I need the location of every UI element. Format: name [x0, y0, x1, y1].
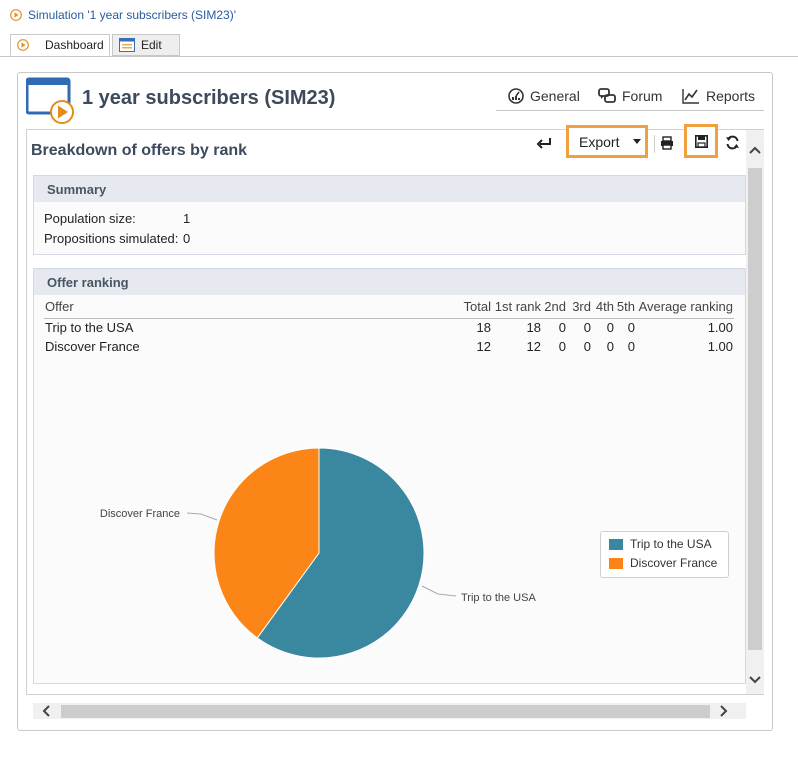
- cell-4th: 0: [606, 320, 614, 335]
- back-arrow-icon[interactable]: [536, 136, 552, 150]
- gauge-icon: [508, 88, 524, 104]
- table-header: Offer Total 1st rank 2nd 3rd 4th 5th Ave…: [44, 299, 734, 319]
- tab-dashboard-label: Dashboard: [45, 38, 104, 52]
- cell-total: 18: [476, 320, 491, 335]
- propositions-label: Propositions simulated:: [44, 231, 179, 246]
- export-label: Export: [579, 133, 620, 150]
- print-icon[interactable]: [660, 136, 674, 150]
- col-3rd: 3rd: [572, 299, 591, 314]
- legend-item[interactable]: Trip to the USA: [609, 537, 712, 551]
- chevron-up-icon[interactable]: [749, 146, 761, 154]
- tab-bar: Dashboard Edit: [0, 34, 798, 57]
- export-dropdown[interactable]: Export: [566, 125, 648, 158]
- chevron-left-icon[interactable]: [42, 705, 50, 717]
- chart-legend: Trip to the USA Discover France: [600, 531, 729, 578]
- play-circle-icon: [17, 39, 29, 51]
- tab-dashboard[interactable]: Dashboard: [10, 34, 110, 56]
- cell-1st-rank: 18: [526, 320, 541, 335]
- legend-swatch-france: [609, 557, 623, 569]
- nav-general-label: General: [530, 88, 580, 104]
- nav-general[interactable]: General: [508, 88, 580, 104]
- page-title: 1 year subscribers (SIM23): [82, 87, 336, 109]
- cell-2nd: 0: [558, 339, 566, 354]
- col-average-ranking: Average ranking: [638, 299, 733, 314]
- col-total: Total: [463, 299, 491, 314]
- refresh-icon[interactable]: [725, 135, 740, 150]
- cell-5th: 0: [627, 339, 635, 354]
- col-1st-rank: 1st rank: [494, 299, 541, 314]
- window-titlebar: Simulation '1 year subscribers (SIM23)': [0, 0, 798, 30]
- chevron-right-icon[interactable]: [720, 705, 728, 717]
- form-icon: [119, 38, 135, 52]
- simulation-icon: [26, 77, 74, 124]
- tab-edit-label: Edit: [141, 38, 162, 52]
- chevron-down-icon: [633, 139, 642, 144]
- population-value: 1: [183, 211, 191, 226]
- legend-swatch-usa: [609, 538, 623, 550]
- table-row: Trip to the USA 18 18 0 0 0 0 1.00: [44, 320, 734, 338]
- play-circle-icon: [10, 9, 22, 21]
- table-row: Discover France 12 12 0 0 0 0 1.00: [44, 339, 734, 357]
- cell-3rd: 0: [583, 339, 591, 354]
- col-5th: 5th: [616, 299, 635, 314]
- window-title: Simulation '1 year subscribers (SIM23)': [28, 8, 236, 22]
- legend-label: Trip to the USA: [630, 537, 712, 551]
- cell-total: 12: [476, 339, 491, 354]
- cell-3rd: 0: [583, 320, 591, 335]
- floppy-disk-icon: [694, 134, 708, 148]
- save-button[interactable]: [684, 124, 718, 158]
- cell-5th: 0: [627, 320, 635, 335]
- cell-1st-rank: 12: [526, 339, 541, 354]
- cell-4th: 0: [606, 339, 614, 354]
- tab-edit[interactable]: Edit: [112, 34, 180, 56]
- chat-bubbles-icon: [598, 88, 616, 103]
- cell-offer: Trip to the USA: [45, 320, 134, 335]
- propositions-value: 0: [183, 231, 191, 246]
- legend-label: Discover France: [630, 556, 718, 570]
- header-nav: General Forum Reports: [496, 84, 764, 111]
- vertical-scroll-thumb[interactable]: [748, 168, 762, 650]
- nav-reports-label: Reports: [706, 88, 756, 104]
- toolbar-divider: [654, 135, 655, 153]
- cell-average-ranking: 1.00: [707, 320, 733, 335]
- col-offer: Offer: [45, 299, 74, 314]
- nav-forum[interactable]: Forum: [598, 88, 662, 104]
- legend-item[interactable]: Discover France: [609, 556, 717, 570]
- summary-header: Summary: [34, 176, 745, 202]
- report-title: Breakdown of offers by rank: [31, 142, 248, 159]
- offer-ranking-header: Offer ranking: [34, 269, 745, 295]
- cell-offer: Discover France: [45, 339, 140, 354]
- col-2nd: 2nd: [544, 299, 566, 314]
- horizontal-scroll-thumb[interactable]: [61, 705, 710, 718]
- nav-reports[interactable]: Reports: [682, 88, 755, 104]
- nav-forum-label: Forum: [622, 88, 663, 104]
- col-4th: 4th: [595, 299, 614, 314]
- cell-average-ranking: 1.00: [707, 339, 733, 354]
- cell-2nd: 0: [558, 320, 566, 335]
- line-chart-icon: [682, 89, 699, 104]
- population-label: Population size:: [44, 211, 136, 226]
- chevron-down-icon[interactable]: [749, 676, 761, 684]
